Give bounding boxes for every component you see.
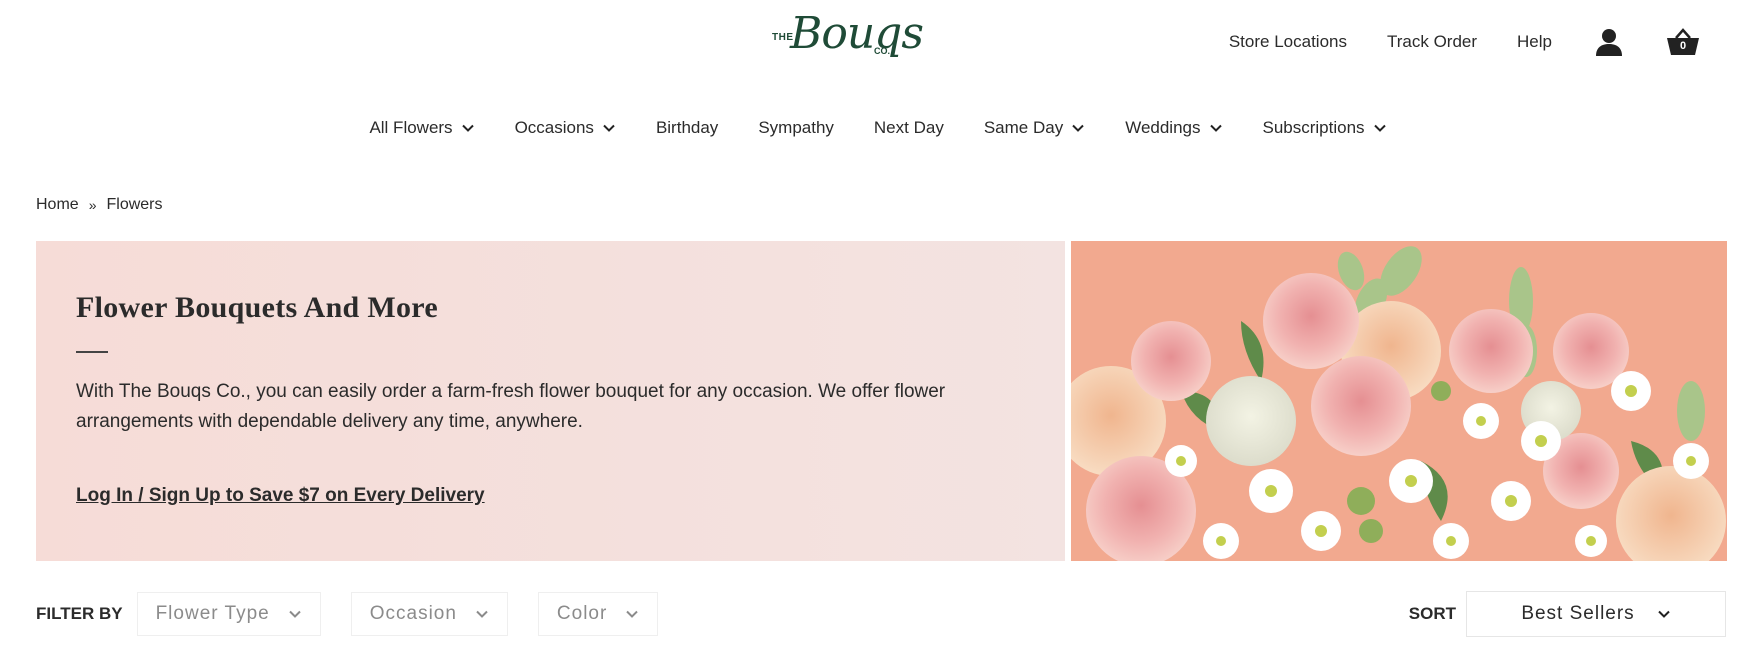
nav-label: Weddings [1125, 118, 1201, 137]
chevron-down-icon [603, 124, 615, 132]
chevron-down-icon [1657, 610, 1670, 618]
account-icon[interactable] [1592, 25, 1626, 59]
logo-script: Bouqs [790, 8, 924, 59]
breadcrumb-home[interactable]: Home [36, 196, 79, 214]
nav-subscriptions[interactable]: Subscriptions [1243, 112, 1407, 144]
hero-flower-image [1071, 241, 1727, 561]
main-nav: All Flowers Occasions Birthday Sympathy … [0, 112, 1756, 144]
bouqs-logo[interactable]: THE Bouqs CO. [772, 8, 924, 80]
nav-sympathy[interactable]: Sympathy [738, 112, 854, 144]
title-divider [76, 351, 108, 353]
nav-next-day[interactable]: Next Day [854, 112, 964, 144]
utility-nav: Store Locations Track Order Help 0 [1229, 22, 1700, 62]
nav-label: Birthday [655, 118, 719, 137]
filter-occasion-dropdown[interactable]: Occasion [350, 592, 508, 636]
nav-label: Occasions [514, 118, 594, 137]
nav-all-flowers[interactable]: All Flowers [349, 112, 494, 144]
chevron-down-icon [1209, 124, 1222, 132]
hero-banner: Flower Bouquets And More With The Bouqs … [36, 241, 1065, 561]
filter-by-label: FILTER BY [36, 604, 123, 623]
filter-option-label: Color [556, 603, 608, 624]
logo-co: CO. [874, 46, 891, 56]
nav-label: Subscriptions [1262, 118, 1365, 137]
chevron-down-icon [476, 610, 488, 618]
hero-description: With The Bouqs Co., you can easily order… [76, 381, 946, 432]
filter-option-label: Occasion [369, 603, 457, 624]
nav-label: All Flowers [369, 118, 453, 137]
sort-bar: SORT Best Sellers [1409, 590, 1726, 638]
login-signup-link[interactable]: Log In / Sign Up to Save $7 on Every Del… [76, 485, 485, 507]
page-title: Flower Bouquets And More [76, 291, 438, 324]
breadcrumb: Home » Flowers [36, 196, 163, 214]
nav-birthday[interactable]: Birthday [636, 112, 738, 144]
filter-color-dropdown[interactable]: Color [537, 592, 659, 636]
nav-same-day[interactable]: Same Day [964, 112, 1105, 144]
filter-flower-type-dropdown[interactable]: Flower Type [136, 592, 321, 636]
sort-selected-value: Best Sellers [1521, 603, 1635, 624]
page: THE Bouqs CO. Store Locations Track Orde… [0, 0, 1756, 654]
filter-option-label: Flower Type [155, 603, 270, 624]
track-order-link[interactable]: Track Order [1387, 32, 1477, 52]
chevron-down-icon [1072, 124, 1084, 132]
cart-count: 0 [1679, 40, 1687, 52]
chevron-down-icon [626, 610, 639, 618]
store-locations-link[interactable]: Store Locations [1229, 32, 1347, 52]
cart-icon[interactable]: 0 [1666, 25, 1700, 59]
nav-occasions[interactable]: Occasions [495, 112, 636, 144]
nav-weddings[interactable]: Weddings [1105, 112, 1242, 144]
nav-label: Sympathy [758, 118, 834, 137]
nav-label: Same Day [983, 118, 1064, 137]
chevron-down-icon [1373, 124, 1386, 132]
sort-dropdown[interactable]: Best Sellers [1466, 591, 1726, 637]
filter-bar: FILTER BY Flower Type Occasion Color [36, 590, 688, 638]
chevron-down-icon [289, 610, 301, 618]
help-link[interactable]: Help [1517, 32, 1552, 52]
breadcrumb-current: Flowers [106, 196, 163, 213]
breadcrumb-separator: » [88, 197, 97, 213]
sort-label: SORT [1408, 604, 1456, 623]
chevron-down-icon [461, 124, 474, 132]
nav-label: Next Day [873, 118, 944, 137]
